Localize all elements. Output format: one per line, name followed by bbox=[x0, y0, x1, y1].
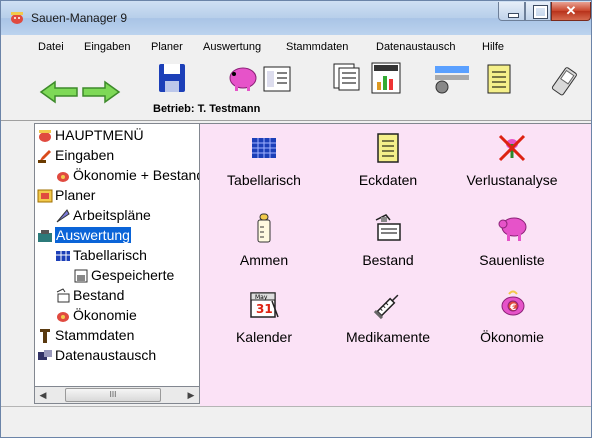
inventory-icon bbox=[56, 288, 70, 303]
menu-eingaben[interactable]: Eingaben bbox=[84, 41, 131, 53]
grid-item-tabellarisch[interactable]: Tabellarisch bbox=[204, 132, 324, 202]
app-window: Sauen-Manager 9 ✕ Datei Eingaben Planer … bbox=[0, 0, 592, 438]
menu-stammdaten[interactable]: Stammdaten bbox=[286, 41, 348, 53]
grid-item-ammen[interactable]: Ammen bbox=[204, 212, 324, 282]
menu-auswertung[interactable]: Auswertung bbox=[203, 41, 261, 53]
report-icon[interactable] bbox=[331, 62, 361, 92]
tree-label: Bestand bbox=[73, 287, 125, 303]
tree-label: Tabellarisch bbox=[73, 247, 147, 263]
pig-money-icon bbox=[57, 312, 69, 322]
loss-analysis-icon bbox=[498, 134, 526, 162]
tree-label: HAUPTMENÜ bbox=[55, 127, 144, 143]
maximize-button[interactable] bbox=[525, 2, 551, 21]
calendar-icon: May 31 bbox=[250, 292, 279, 318]
saved-icon bbox=[74, 269, 88, 283]
status-chart-icon[interactable] bbox=[371, 62, 401, 94]
syringe-icon bbox=[373, 294, 399, 320]
grid-label: Tabellarisch bbox=[227, 172, 301, 188]
menu-hilfe[interactable]: Hilfe bbox=[482, 41, 504, 53]
grid-label: Bestand bbox=[362, 252, 414, 268]
table-icon bbox=[56, 251, 70, 261]
title-bar[interactable]: Sauen-Manager 9 ✕ bbox=[1, 1, 591, 35]
tree-horizontal-scrollbar[interactable]: ◀ III ▶ bbox=[34, 387, 200, 404]
pen-icon bbox=[38, 150, 51, 163]
grid-item-oekonomie[interactable]: € Ökonomie bbox=[452, 289, 572, 359]
grid-item-medikamente[interactable]: Medikamente bbox=[328, 289, 448, 359]
pig-icon[interactable] bbox=[226, 62, 258, 92]
calendar-day: 31 bbox=[256, 302, 273, 316]
tree-label: Gespeicherte bbox=[91, 267, 175, 283]
menu-datenaustausch[interactable]: Datenaustausch bbox=[376, 41, 456, 53]
notepad-icon bbox=[377, 133, 399, 163]
grid-item-eckdaten[interactable]: Eckdaten bbox=[328, 132, 448, 202]
grid-label: Verlustanalyse bbox=[466, 172, 558, 188]
scroll-left-icon[interactable]: ◀ bbox=[35, 387, 51, 403]
close-button[interactable]: ✕ bbox=[551, 2, 591, 21]
tree-label: Auswertung bbox=[55, 227, 131, 243]
tree-label: Ökonomie + Bestand bbox=[73, 167, 200, 183]
master-data-icon bbox=[40, 329, 50, 343]
baby-bottle-icon bbox=[257, 213, 271, 243]
grid-item-kalender[interactable]: May 31 Kalender bbox=[204, 289, 324, 359]
grid-label: Kalender bbox=[235, 329, 293, 345]
save-icon[interactable] bbox=[157, 62, 187, 94]
menu-datei[interactable]: Datei bbox=[38, 41, 64, 53]
table-icon bbox=[252, 138, 276, 158]
pig-icon bbox=[498, 217, 527, 241]
machine-icon[interactable] bbox=[433, 64, 471, 94]
tree-label: Stammdaten bbox=[55, 327, 135, 343]
forward-arrow-icon[interactable] bbox=[81, 80, 121, 104]
tree-label: Datenaustausch bbox=[55, 347, 157, 363]
calendar-month: May bbox=[255, 294, 268, 301]
grid-label: Medikamente bbox=[345, 329, 431, 345]
minimize-button[interactable] bbox=[498, 2, 525, 21]
navigation-tree: HAUPTMENÜ Eingaben Ökonomie + Bestand Pl… bbox=[34, 123, 200, 387]
pda-icon[interactable] bbox=[549, 66, 579, 96]
feather-icon bbox=[56, 209, 70, 223]
grid-label: Ammen bbox=[239, 252, 289, 268]
list-icon[interactable] bbox=[263, 66, 291, 92]
tree-label: Arbeitspläne bbox=[73, 207, 151, 223]
window-title: Sauen-Manager 9 bbox=[31, 11, 128, 25]
exchange-icon bbox=[38, 350, 52, 360]
grid-item-sauenliste[interactable]: Sauenliste bbox=[452, 212, 572, 282]
grid-item-verlustanalyse[interactable]: Verlustanalyse bbox=[452, 132, 572, 202]
back-arrow-icon[interactable] bbox=[39, 80, 79, 104]
menu-planer[interactable]: Planer bbox=[151, 41, 183, 53]
status-bar bbox=[1, 406, 591, 437]
grid-label: Sauenliste bbox=[479, 252, 545, 268]
pig-money-icon bbox=[57, 172, 69, 182]
scroll-thumb[interactable]: III bbox=[65, 388, 161, 402]
close-icon: ✕ bbox=[565, 3, 577, 18]
evaluation-icon bbox=[38, 230, 52, 242]
inventory-icon bbox=[375, 214, 401, 241]
tree-label: Ökonomie bbox=[73, 307, 137, 323]
menu-bar: Datei Eingaben Planer Auswertung Stammda… bbox=[1, 39, 591, 57]
notes-icon[interactable] bbox=[487, 64, 511, 94]
tree-label: Eingaben bbox=[55, 147, 115, 163]
betrieb-label: Betrieb: T. Testmann bbox=[153, 103, 261, 115]
content-panel: Tabellarisch Eckdaten Verlustanalyse Amm… bbox=[200, 123, 591, 406]
toolbar: Betrieb: T. Testmann bbox=[1, 58, 591, 121]
grid-item-bestand[interactable]: Bestand bbox=[328, 212, 448, 282]
planner-icon bbox=[37, 189, 53, 203]
app-pig-icon bbox=[11, 12, 23, 24]
tree-label: Planer bbox=[55, 187, 96, 203]
grid-label: Eckdaten bbox=[358, 172, 418, 188]
pig-money-icon: € bbox=[501, 290, 525, 316]
pig-icon bbox=[39, 130, 51, 142]
scroll-right-icon[interactable]: ▶ bbox=[183, 387, 199, 403]
svg-text:€: € bbox=[509, 303, 516, 313]
grid-label: Ökonomie bbox=[480, 329, 544, 345]
